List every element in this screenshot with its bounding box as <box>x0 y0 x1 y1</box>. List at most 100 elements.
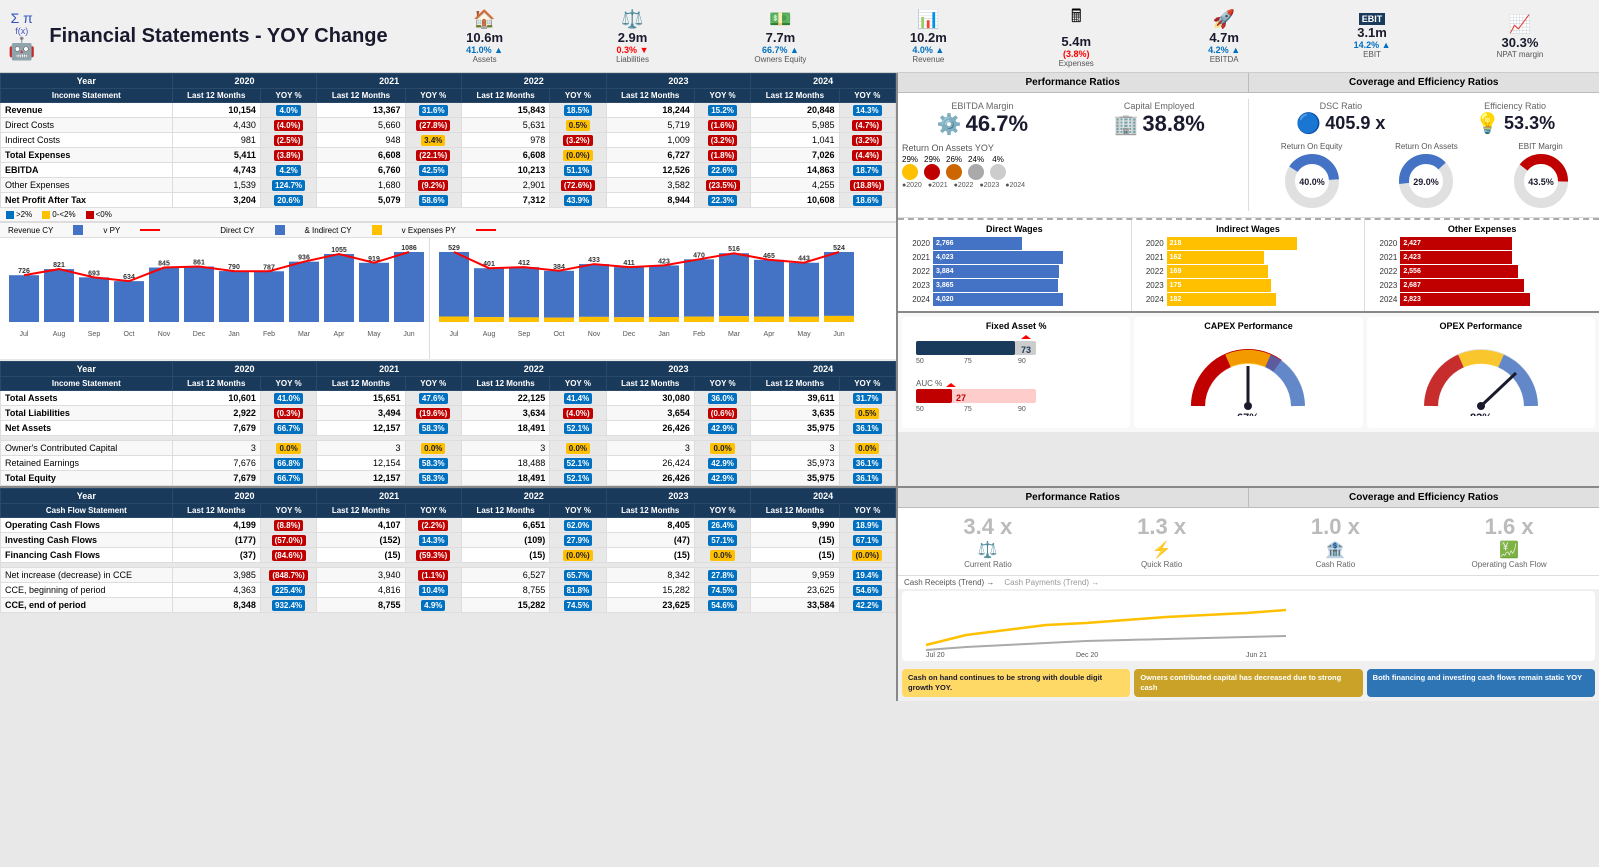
is-l12m-0-1: 13,367 <box>317 103 405 118</box>
cf-right: Performance Ratios Coverage and Efficien… <box>896 488 1599 701</box>
cf-l12m-0-3: 8,405 <box>606 518 694 533</box>
is-label-2: Indirect Costs <box>1 133 173 148</box>
cf-yoy-2-2: (0.0%) <box>550 548 606 563</box>
logo-area: Σ π f(x) 🤖 <box>8 10 35 62</box>
page-header: Σ π f(x) 🤖 Financial Statements - YOY Ch… <box>0 0 1599 73</box>
is-yoy-2-4: (3.2%) <box>839 133 895 148</box>
indirect-cy-icon <box>372 225 382 235</box>
chart-legend-row: Revenue CY v PY Direct CY & Indirect CY … <box>0 222 896 238</box>
direct-wages-bars-row-2: 20223,884 <box>902 265 1127 278</box>
di-indirect-bar-3 <box>544 318 574 322</box>
coverage-ratios-title2: Coverage and Efficiency Ratios <box>1249 488 1599 507</box>
direct-wages-title: Direct Wages <box>902 224 1127 234</box>
is-l12m-2-0: 981 <box>172 133 260 148</box>
bs-yoy-0-1: 47.6% <box>405 391 461 406</box>
bs-l12m-2-1: 12,157 <box>317 421 405 436</box>
is-l12m-5-2: 2,901 <box>461 178 549 193</box>
di-direct-bar-3 <box>544 271 574 318</box>
bs-l12m-1-3: 3,654 <box>606 406 694 421</box>
exp-py-line <box>476 229 496 231</box>
bs-row-4: Retained Earnings7,67666.8%12,15458.3%18… <box>1 456 896 471</box>
svg-text:67%: 67% <box>1237 412 1259 416</box>
indirect-wages-bars-row-2: 2022169 <box>1136 265 1361 278</box>
rev-bar-0 <box>9 275 39 322</box>
bs-row-0: Total Assets10,60141.0%15,65147.6%22,125… <box>1 391 896 406</box>
cf-l12m-3-1: 3,940 <box>317 568 405 583</box>
roa-dots-row: 29% 29% 26% 24% <box>902 155 1240 180</box>
bs-l12m-2-3: 26,426 <box>606 421 694 436</box>
legend-area: >2% 0-<2% <0% <box>0 208 896 222</box>
bs-yoy-2-4: 36.1% <box>839 421 895 436</box>
is-row-2: Indirect Costs981(2.5%)9483.4%978(3.2%)1… <box>1 133 896 148</box>
cf-yoy-0-3: 26.4% <box>694 518 750 533</box>
svg-text:Sep: Sep <box>88 331 101 338</box>
revenue-chart: 726Jul821Aug693Sep634Oct845Nov861Dec790J… <box>0 238 430 359</box>
di-indirect-bar-1 <box>474 317 504 322</box>
svg-text:Jul: Jul <box>20 331 29 338</box>
is-label-1: Direct Costs <box>1 118 173 133</box>
is-label-0: Revenue <box>1 103 173 118</box>
svg-text:412: 412 <box>518 260 530 267</box>
di-chart-svg: 529Jul401Aug412Sep384Oct433Nov411Dec423J… <box>434 242 854 352</box>
is-l12m-3-0: 5,411 <box>172 148 260 163</box>
svg-text:Jan: Jan <box>658 331 669 338</box>
rev-cy-icon <box>73 225 83 235</box>
is-l12m-6-1: 5,079 <box>317 193 405 208</box>
cf-l12m-5-2: 15,282 <box>461 598 549 613</box>
trend-sparkline: Jul 20 Dec 20 Jun 21 <box>902 591 1595 661</box>
svg-text:433: 433 <box>588 257 600 264</box>
ebit-label: EBIT Margin <box>1518 142 1562 151</box>
bs-yoy-1-4: 0.5% <box>839 406 895 421</box>
bs-yoy-0-0: 41.0% <box>260 391 316 406</box>
direct-cy-icon <box>275 225 285 235</box>
perf-ratios-title2: Performance Ratios <box>898 488 1249 507</box>
bs-yoy-0-2: 41.4% <box>550 391 606 406</box>
bs-l12m-0-0: 10,601 <box>172 391 260 406</box>
cash-icon: 🏦 <box>1325 540 1345 560</box>
cf-yoy-1-2: 27.9% <box>550 533 606 548</box>
cf-l12m-0-1: 4,107 <box>317 518 405 533</box>
rev-bar-8 <box>289 262 319 322</box>
bs-yoy-5-1: 58.3% <box>405 471 461 486</box>
cf-l12m-4-1: 4,816 <box>317 583 405 598</box>
opex-panel: OPEX Performance 82% <box>1367 317 1595 428</box>
di-direct-bar-11 <box>824 252 854 316</box>
l12m-h4: Last 12 Months <box>606 89 694 103</box>
di-indirect-bar-9 <box>754 317 784 322</box>
rev-bar-1 <box>44 269 74 322</box>
bs-l12m-5-3: 26,426 <box>606 471 694 486</box>
cf-left: Year 2020 2021 2022 2023 2024 Cash Flow … <box>0 488 896 701</box>
yoy-h4: YOY % <box>694 89 750 103</box>
capex-panel: CAPEX Performance 67% <box>1134 317 1362 428</box>
svg-text:Aug: Aug <box>483 331 496 338</box>
cf-yoy-2-0: (84.6%) <box>260 548 316 563</box>
current-ratio-value: 3.4 x <box>902 514 1074 540</box>
svg-text:Dec: Dec <box>193 331 206 338</box>
bs-yoy-2-0: 66.7% <box>260 421 316 436</box>
kpi-ebit: EBIT 3.1m 14.2% ▲ EBIT <box>1337 13 1407 59</box>
kpi-revenue: 📊 10.2m 4.0% ▲ Revenue <box>893 9 963 64</box>
is-l12m-6-2: 7,312 <box>461 193 549 208</box>
cf-l12m-5-1: 8,755 <box>317 598 405 613</box>
bs-l12m-4-1: 12,154 <box>317 456 405 471</box>
is-yoy-2-0: (2.5%) <box>260 133 316 148</box>
cf-yoy-4-4: 54.6% <box>839 583 895 598</box>
di-direct-bar-0 <box>439 252 469 317</box>
bs-l12m-5-1: 12,157 <box>317 471 405 486</box>
cf-l12m-4-3: 15,282 <box>606 583 694 598</box>
bs-l12m-3-4: 3 <box>751 441 839 456</box>
ocf-ratio-value: 1.6 x <box>1423 514 1595 540</box>
cf-label-1: Investing Cash Flows <box>1 533 173 548</box>
svg-text:1055: 1055 <box>331 247 347 254</box>
cf-l12m-2-4: (15) <box>751 548 839 563</box>
bs-yoy-3-4: 0.0% <box>839 441 895 456</box>
other-expenses-panel: Other Expenses 20202,42720212,42320222,5… <box>1365 220 1599 311</box>
direct-wages-bars-row-4: 20244,020 <box>902 293 1127 306</box>
direct-indirect-chart: 529Jul401Aug412Sep384Oct433Nov411Dec423J… <box>430 238 860 359</box>
direct-wages-bars-bar-0: 2,766 <box>933 237 1022 250</box>
svg-text:May: May <box>367 331 381 338</box>
cf-l12m-3-2: 6,527 <box>461 568 549 583</box>
indirect-wages-bars-bar-2: 169 <box>1167 265 1268 278</box>
yoy-h3: YOY % <box>550 89 606 103</box>
capex-gauge-svg: 67% <box>1183 331 1313 416</box>
